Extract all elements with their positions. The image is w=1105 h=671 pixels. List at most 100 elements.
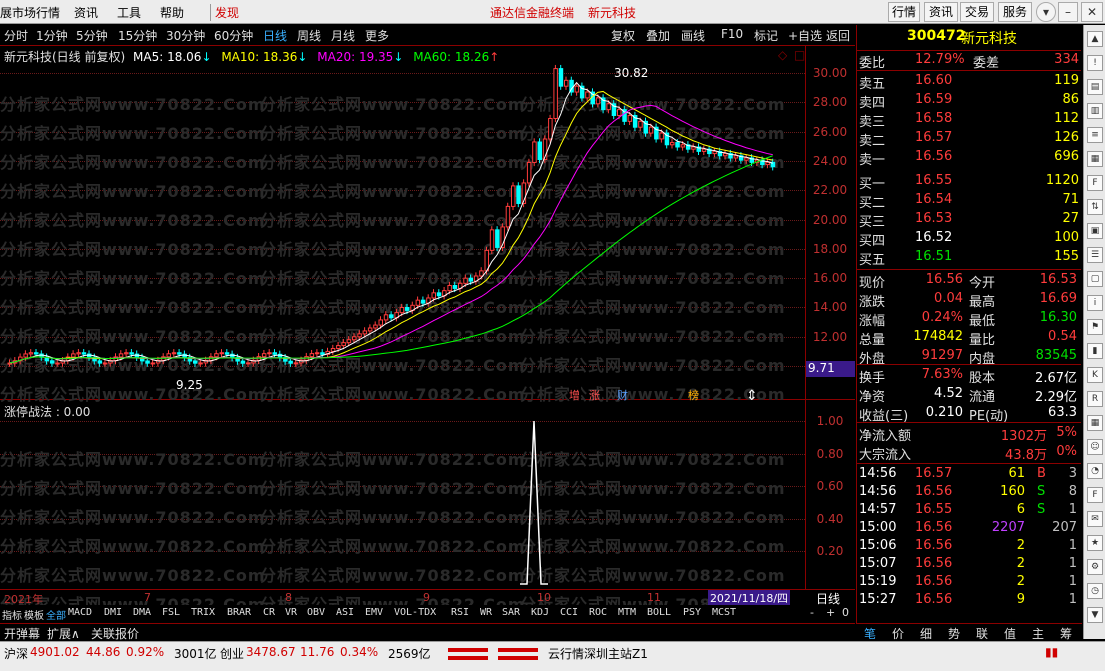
tf-1min[interactable]: 1分钟 xyxy=(36,27,68,44)
sub-chart[interactable]: 涨停战法 : 0.00 1.00 0.80 0.60 0.40 0.20 分析家公式网w… xyxy=(0,401,855,614)
sidebar-rss-icon[interactable]: R xyxy=(1087,391,1103,407)
sidebar-chart-icon[interactable]: ▥ xyxy=(1087,103,1103,119)
sidebar-warn-icon[interactable]: ! xyxy=(1087,55,1103,71)
sidebar-user-icon[interactable]: ☺ xyxy=(1087,439,1103,455)
quote-tab[interactable]: 价 xyxy=(892,625,904,642)
tool-mark[interactable]: 标记 xyxy=(754,27,778,44)
sidebar-pie-icon[interactable]: ◔ xyxy=(1087,463,1103,479)
sidebar-book-icon[interactable]: ▤ xyxy=(1087,79,1103,95)
indicator-tab[interactable]: RSI xyxy=(451,607,469,618)
trade-button[interactable]: 交易 xyxy=(960,2,994,22)
indicator-tab[interactable]: 模板 xyxy=(24,607,44,622)
indicator-tab[interactable]: KDJ xyxy=(531,607,549,618)
sidebar-info-icon[interactable]: i xyxy=(1087,295,1103,311)
quote-button[interactable]: 行情 xyxy=(888,2,920,22)
indicator-tab[interactable]: ROC xyxy=(589,607,607,618)
indicator-tab[interactable]: VR xyxy=(285,607,297,618)
marker-bang[interactable]: 榜 xyxy=(688,387,700,402)
close-icon[interactable]: ✕ xyxy=(1081,2,1103,22)
tf-5min[interactable]: 5分钟 xyxy=(76,27,108,44)
indicator-tab[interactable]: SAR xyxy=(502,607,520,618)
indicator-tab[interactable]: 指标 xyxy=(2,607,22,622)
buy-price[interactable]: 16.52 xyxy=(915,230,952,245)
sidebar-vol-icon[interactable]: ▮ xyxy=(1087,343,1103,359)
tf-daily[interactable]: 日线 xyxy=(263,27,287,44)
related-quote-link[interactable]: 关联报价 xyxy=(91,625,139,642)
buy-price[interactable]: 16.55 xyxy=(915,173,952,188)
indicator-tab[interactable]: OBV xyxy=(307,607,325,618)
sidebar-k-icon[interactable]: K xyxy=(1087,367,1103,383)
tf-weekly[interactable]: 周线 xyxy=(297,27,321,44)
menu-market[interactable]: 展市场行情 xyxy=(0,4,60,21)
menu-discover[interactable]: 发现 xyxy=(210,4,239,21)
marker-zeng[interactable]: 增 xyxy=(569,387,581,402)
period-plus-button[interactable]: + xyxy=(826,606,835,619)
expand-link[interactable]: 扩展∧ xyxy=(47,625,80,642)
menu-toggle-icon[interactable]: ▾ xyxy=(1036,2,1056,22)
tool-add-favorite[interactable]: +自选 xyxy=(788,27,822,44)
sidebar-table-icon[interactable]: ▦ xyxy=(1087,415,1103,431)
indicator-tab[interactable]: BOLL xyxy=(647,607,671,618)
danmaku-link[interactable]: 开弹幕 xyxy=(4,625,40,642)
indicator-tab[interactable]: EMV xyxy=(365,607,383,618)
indicator-tab[interactable]: DMA xyxy=(133,607,151,618)
tool-fuquan[interactable]: 复权 xyxy=(611,27,635,44)
marker-zhang[interactable]: 涨 xyxy=(589,387,601,402)
indicator-tab[interactable]: PSY xyxy=(683,607,701,618)
indicator-tab[interactable]: MACD xyxy=(68,607,92,618)
sidebar-mail-icon[interactable]: ✉ xyxy=(1087,511,1103,527)
indicator-tab[interactable]: BRAR xyxy=(227,607,251,618)
index-sh-value[interactable]: 4901.02 xyxy=(30,645,80,659)
marker-cai[interactable]: 财 xyxy=(617,387,629,402)
indicator-tab[interactable]: VOL-TDX xyxy=(394,607,436,618)
sell-price[interactable]: 16.58 xyxy=(915,111,952,126)
sell-price[interactable]: 16.57 xyxy=(915,130,952,145)
sidebar-doc-icon[interactable]: ▢ xyxy=(1087,271,1103,287)
indicator-tab[interactable]: DMI xyxy=(104,607,122,618)
indicator-tab[interactable]: ASI xyxy=(336,607,354,618)
sell-price[interactable]: 16.59 xyxy=(915,92,952,107)
sidebar-down-icon[interactable]: ▼ xyxy=(1087,607,1103,623)
tf-30min[interactable]: 30分钟 xyxy=(166,27,205,44)
indicator-tab[interactable]: CR xyxy=(263,607,275,618)
menu-info[interactable]: 资讯 xyxy=(74,4,98,21)
sidebar-news-icon[interactable]: ≡ xyxy=(1087,127,1103,143)
sidebar-grid-icon[interactable]: ▣ xyxy=(1087,223,1103,239)
service-button[interactable]: 服务 xyxy=(998,2,1032,22)
quote-tab[interactable]: 势 xyxy=(948,625,960,642)
main-chart[interactable]: 新元科技(日线 前复权) MA5: 18.06↓ MA10: 18.36↓ MA… xyxy=(0,45,855,404)
tool-draw[interactable]: 画线 xyxy=(681,27,705,44)
quote-tab[interactable]: 筹 xyxy=(1060,625,1072,642)
sell-price[interactable]: 16.56 xyxy=(915,149,952,164)
sidebar-gear-icon[interactable]: ⚙ xyxy=(1087,559,1103,575)
quote-tab[interactable]: 笔 xyxy=(864,625,876,642)
sidebar-up-icon[interactable]: ▲ xyxy=(1087,31,1103,47)
sidebar-clock-icon[interactable]: ◷ xyxy=(1087,583,1103,599)
info-button[interactable]: 资讯 xyxy=(924,2,958,22)
tf-more[interactable]: 更多 xyxy=(365,27,389,44)
index-cy-value[interactable]: 3478.67 xyxy=(246,645,296,659)
quote-tab[interactable]: 细 xyxy=(920,625,932,642)
quote-tab[interactable]: 值 xyxy=(1004,625,1016,642)
menu-tools[interactable]: 工具 xyxy=(117,4,141,21)
tf-15min[interactable]: 15分钟 xyxy=(118,27,157,44)
sidebar-star-icon[interactable]: ★ xyxy=(1087,535,1103,551)
menu-help[interactable]: 帮助 xyxy=(160,4,184,21)
quote-tab[interactable]: 联 xyxy=(976,625,988,642)
quote-tab[interactable]: 主 xyxy=(1032,625,1044,642)
sell-price[interactable]: 16.60 xyxy=(915,73,952,88)
sidebar-f-icon[interactable]: F xyxy=(1087,175,1103,191)
buy-price[interactable]: 16.53 xyxy=(915,211,952,226)
tool-overlay[interactable]: 叠加 xyxy=(646,27,670,44)
server-name[interactable]: 云行情深圳主站Z1 xyxy=(548,645,648,662)
sidebar-sort-icon[interactable]: ⇅ xyxy=(1087,199,1103,215)
tf-60min[interactable]: 60分钟 xyxy=(214,27,253,44)
sidebar-list-icon[interactable]: ☰ xyxy=(1087,247,1103,263)
sidebar-flag-icon[interactable]: ⚑ xyxy=(1087,319,1103,335)
tool-f10[interactable]: F10 xyxy=(721,27,743,41)
indicator-tab[interactable]: CCI xyxy=(560,607,578,618)
buy-price[interactable]: 16.54 xyxy=(915,192,952,207)
sidebar-f10-icon[interactable]: F xyxy=(1087,487,1103,503)
indicator-tab[interactable]: TRIX xyxy=(191,607,215,618)
indicator-tab[interactable]: MCST xyxy=(712,607,736,618)
